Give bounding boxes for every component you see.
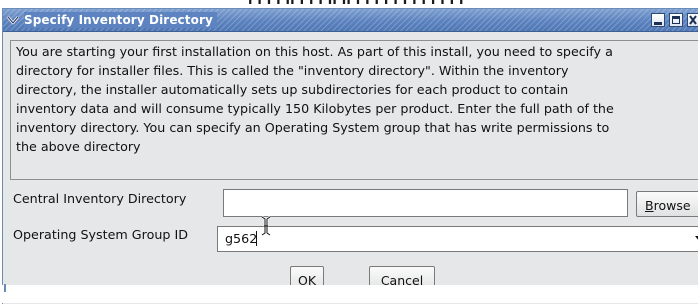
background-area bbox=[0, 285, 698, 303]
description-panel: You are starting your first installation… bbox=[10, 40, 698, 180]
title-bar[interactable]: Specify Inventory Directory bbox=[3, 9, 698, 32]
os-group-id-label: Operating System Group ID bbox=[13, 227, 188, 242]
text-caret bbox=[256, 231, 257, 246]
maximize-button[interactable] bbox=[669, 13, 683, 27]
minimize-icon bbox=[654, 22, 662, 25]
central-inventory-directory-label: Central Inventory Directory bbox=[13, 191, 187, 206]
specify-inventory-dialog: Specify Inventory Directory You are star… bbox=[2, 8, 698, 304]
close-icon bbox=[689, 15, 697, 25]
background-window-text: ı ı ı ı ıı ı ı ı ıı ıı ı ı ı ı ı ı ı ı ı… bbox=[248, 0, 464, 8]
os-group-id-value: g562 bbox=[225, 231, 258, 246]
i-beam-icon bbox=[261, 216, 271, 236]
central-inventory-directory-input[interactable] bbox=[223, 189, 628, 217]
os-group-id-combobox[interactable]: g562 bbox=[217, 226, 698, 252]
dialog-title: Specify Inventory Directory bbox=[24, 12, 217, 28]
browse-button[interactable]: Browse bbox=[636, 191, 698, 217]
window-menu-chevron-icon[interactable] bbox=[6, 13, 20, 27]
background-window-strip: ı ı ı ı ıı ı ı ı ıı ıı ı ı ı ı ı ı ı ı ı… bbox=[0, 0, 698, 8]
description-text: You are starting your first installation… bbox=[16, 44, 614, 154]
close-button[interactable] bbox=[687, 13, 698, 27]
maximize-icon bbox=[672, 16, 680, 24]
window-edge bbox=[4, 284, 6, 292]
browse-mnemonic: B bbox=[645, 198, 654, 213]
minimize-button[interactable] bbox=[651, 13, 665, 27]
browse-label-rest: rowse bbox=[653, 198, 691, 213]
